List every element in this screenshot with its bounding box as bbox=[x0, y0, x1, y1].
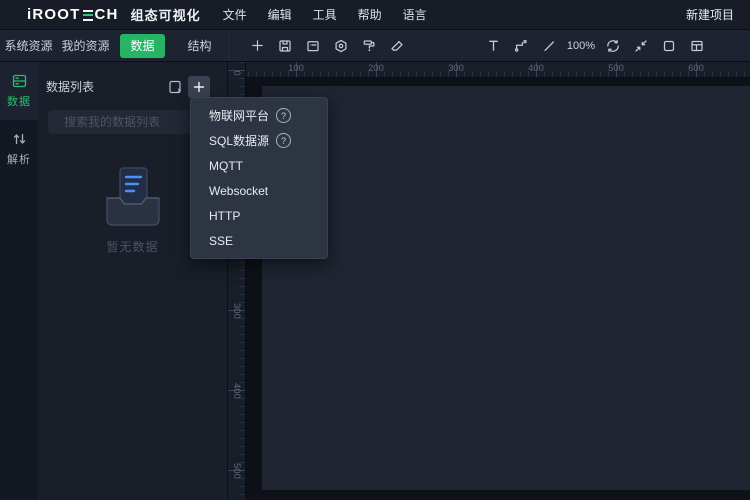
empty-state-label: 暂无数据 bbox=[106, 238, 158, 255]
menu-item-iot-platform[interactable]: 物联网平台 ? bbox=[191, 103, 327, 128]
v-ruler-label: 500 bbox=[221, 463, 251, 477]
h-ruler-label: 500 bbox=[596, 63, 636, 74]
menu-file[interactable]: 文件 bbox=[222, 6, 248, 23]
connector-icon bbox=[513, 38, 529, 54]
app-window: iROOT CH 组态可视化 文件 编辑 工具 帮助 语言 新建项目 系统资源 … bbox=[0, 0, 750, 500]
menu-tools[interactable]: 工具 bbox=[312, 6, 338, 23]
eraser-button[interactable] bbox=[383, 30, 411, 62]
h-ruler-label: 100 bbox=[276, 63, 316, 74]
menu-item-sse[interactable]: SSE bbox=[191, 228, 327, 253]
add-data-source-menu: 物联网平台 ? SQL数据源 ? MQTT Websocket HTTP SSE bbox=[190, 97, 328, 259]
artboard-button[interactable] bbox=[655, 30, 683, 62]
fit-view-button[interactable] bbox=[627, 30, 655, 62]
fit-view-icon bbox=[633, 38, 649, 54]
top-menubar: iROOT CH 组态可视化 文件 编辑 工具 帮助 语言 新建项目 bbox=[0, 0, 750, 30]
tab-system-resources[interactable]: 系统资源 bbox=[0, 30, 57, 62]
eraser-icon bbox=[389, 38, 405, 54]
brand-logo: iROOT CH bbox=[27, 6, 119, 23]
zoom-level[interactable]: 100% bbox=[563, 40, 599, 52]
data-list-icon bbox=[11, 73, 28, 89]
toolbar-spacer bbox=[411, 45, 479, 46]
h-ruler-label: 300 bbox=[436, 63, 476, 74]
tab-structure[interactable]: 结构 bbox=[171, 30, 228, 62]
new-project-button[interactable]: 新建项目 bbox=[686, 6, 734, 23]
menu-help[interactable]: 帮助 bbox=[357, 6, 383, 23]
secondary-bar: 系统资源 我的资源 数据 结构 bbox=[0, 30, 750, 62]
menu-item-mqtt[interactable]: MQTT bbox=[191, 153, 327, 178]
form-button[interactable] bbox=[299, 30, 327, 62]
content-area: 数据 解析 数据列表 bbox=[0, 62, 750, 500]
format-painter-icon bbox=[361, 38, 377, 54]
resource-tabs: 系统资源 我的资源 数据 结构 bbox=[0, 30, 228, 61]
connector-tool-button[interactable] bbox=[507, 30, 535, 62]
parse-arrows-icon bbox=[11, 131, 28, 147]
refresh-icon bbox=[605, 38, 621, 54]
v-ruler-label: 0 bbox=[221, 66, 251, 80]
help-icon[interactable]: ? bbox=[276, 108, 291, 123]
component-button[interactable] bbox=[327, 30, 355, 62]
refresh-button[interactable] bbox=[599, 30, 627, 62]
panel-title: 数据列表 bbox=[46, 76, 94, 98]
import-data-icon bbox=[167, 79, 183, 95]
save-icon bbox=[277, 38, 293, 54]
plus-icon bbox=[193, 81, 205, 93]
artboard-icon bbox=[661, 38, 677, 54]
sidebar-item-data[interactable]: 数据 bbox=[0, 62, 38, 120]
h-ruler-label: 400 bbox=[516, 63, 556, 74]
tab-my-resources[interactable]: 我的资源 bbox=[57, 30, 114, 62]
line-icon bbox=[541, 38, 557, 54]
form-icon bbox=[305, 38, 321, 54]
logo-e-glyph bbox=[83, 10, 93, 21]
app-title: 组态可视化 bbox=[131, 5, 201, 24]
menu-item-sql-datasource[interactable]: SQL数据源 ? bbox=[191, 128, 327, 153]
component-icon bbox=[333, 38, 349, 54]
menu-edit[interactable]: 编辑 bbox=[267, 6, 293, 23]
add-button[interactable] bbox=[243, 30, 271, 62]
h-ruler-label: 200 bbox=[356, 63, 396, 74]
logo-text-suffix: CH bbox=[95, 6, 119, 23]
v-ruler-label: 400 bbox=[221, 383, 251, 397]
horizontal-ruler: 100 200 300 400 500 600 bbox=[246, 62, 750, 78]
import-data-button[interactable] bbox=[167, 79, 183, 95]
add-data-source-button[interactable] bbox=[188, 76, 210, 98]
v-ruler-label: 300 bbox=[221, 303, 251, 317]
logo-text-prefix: iROOT bbox=[27, 6, 81, 23]
left-icon-sidebar: 数据 解析 bbox=[0, 62, 38, 500]
table-button[interactable] bbox=[683, 30, 711, 62]
canvas-page[interactable] bbox=[262, 86, 750, 490]
menu-item-http[interactable]: HTTP bbox=[191, 203, 327, 228]
no-data-icon bbox=[101, 164, 165, 230]
line-tool-button[interactable] bbox=[535, 30, 563, 62]
save-button[interactable] bbox=[271, 30, 299, 62]
text-tool-button[interactable] bbox=[479, 30, 507, 62]
menu-items: 文件 编辑 工具 帮助 语言 bbox=[222, 6, 447, 23]
canvas-toolbar: 100% bbox=[228, 30, 750, 61]
menu-language[interactable]: 语言 bbox=[402, 6, 428, 23]
sidebar-item-parse[interactable]: 解析 bbox=[0, 120, 38, 178]
format-painter-button[interactable] bbox=[355, 30, 383, 62]
tab-data[interactable]: 数据 bbox=[114, 30, 171, 62]
menu-item-websocket[interactable]: Websocket bbox=[191, 178, 327, 203]
h-ruler-label: 600 bbox=[676, 63, 716, 74]
add-icon bbox=[250, 38, 265, 53]
text-icon bbox=[486, 38, 501, 53]
table-icon bbox=[689, 38, 705, 54]
help-icon[interactable]: ? bbox=[276, 133, 291, 148]
